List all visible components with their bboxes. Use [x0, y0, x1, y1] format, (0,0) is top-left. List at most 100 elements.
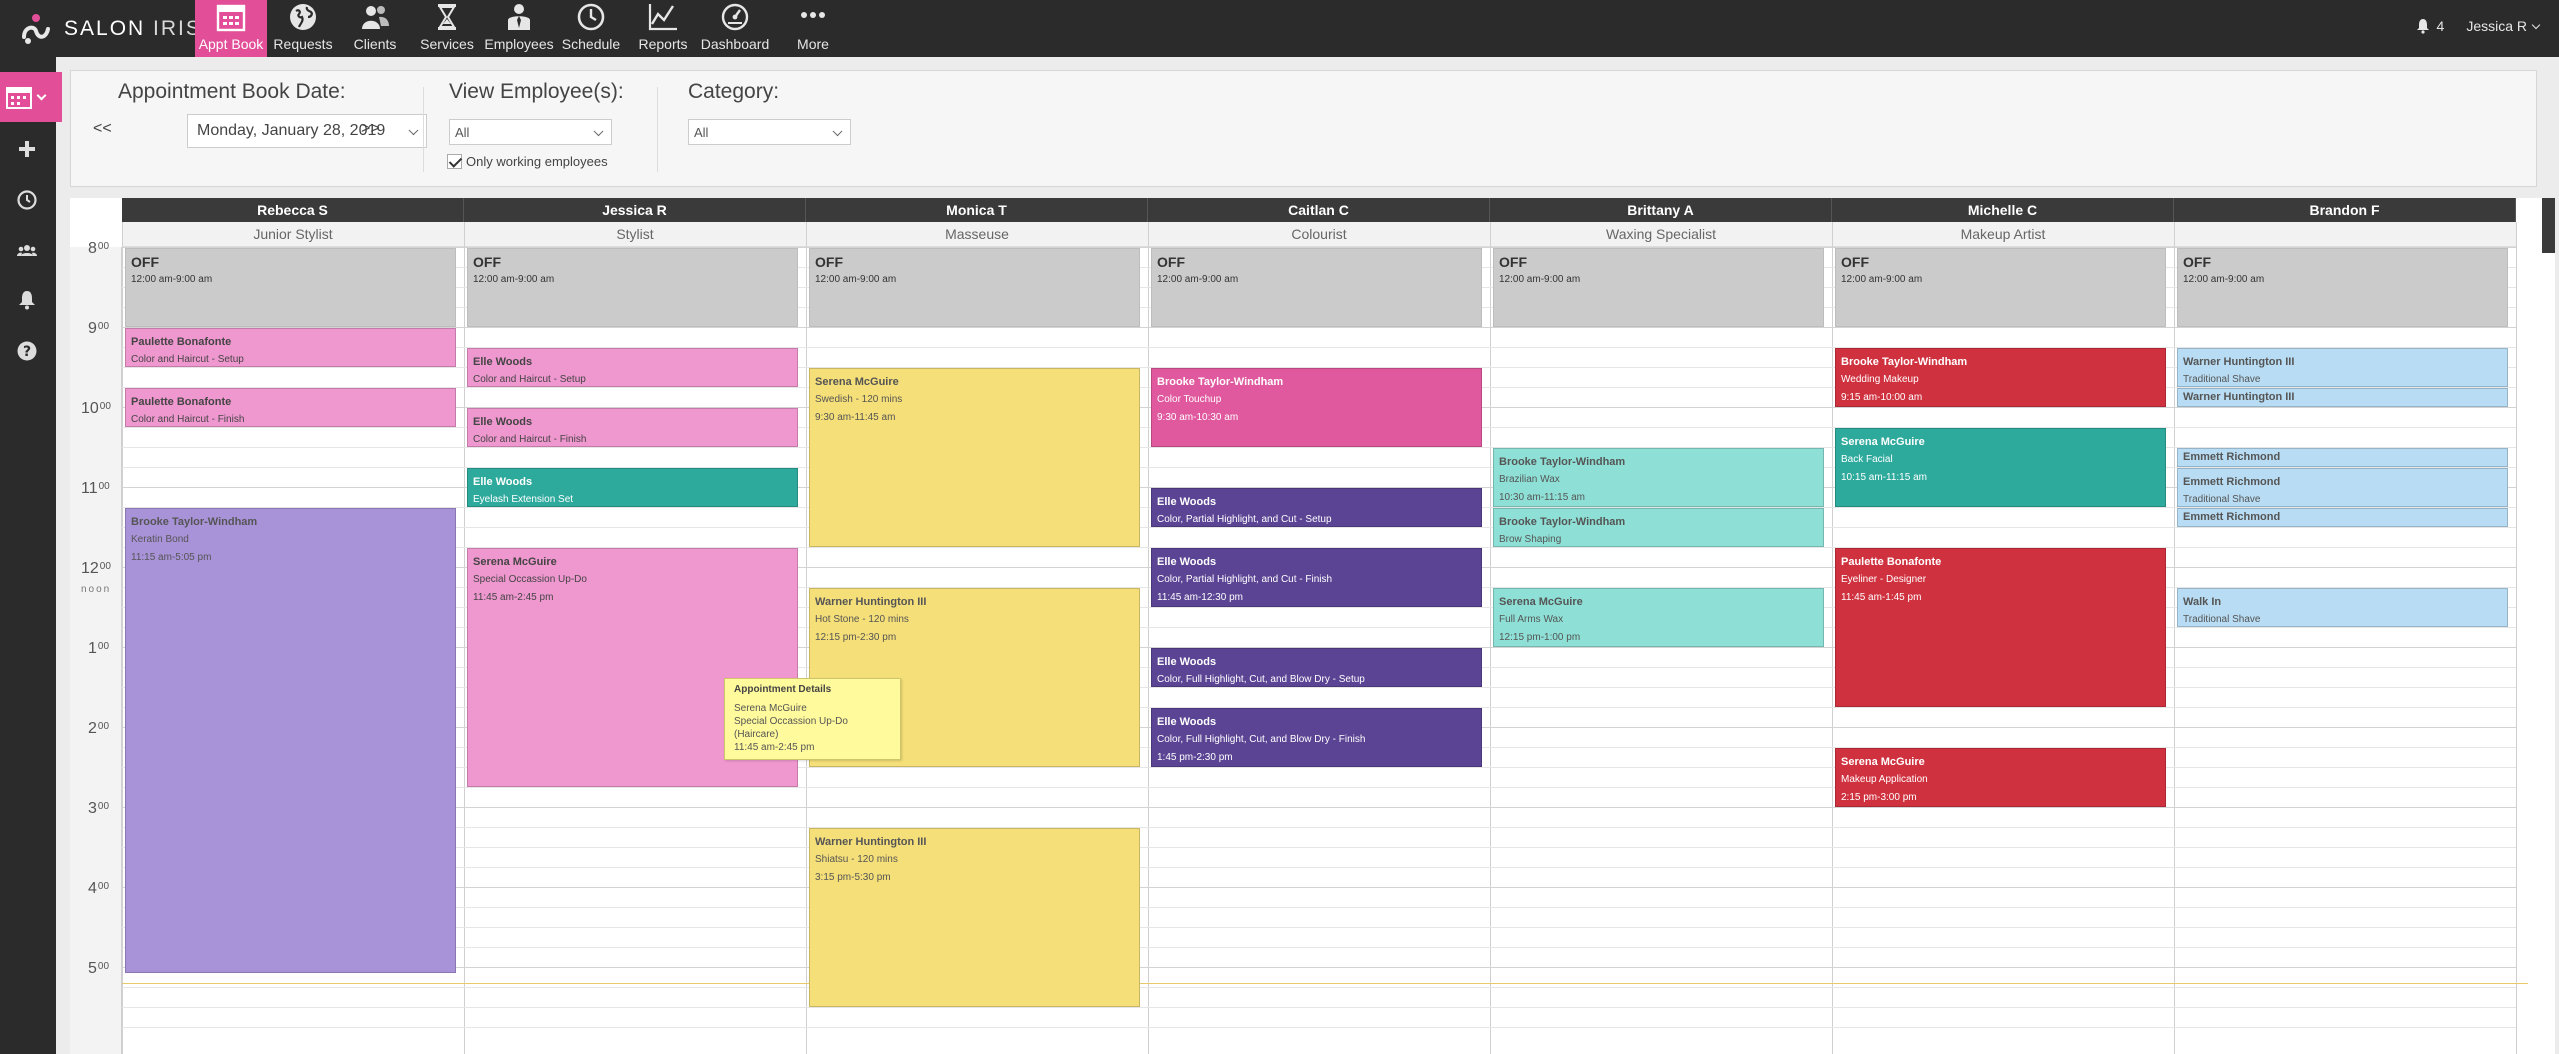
employee-column-header[interactable]: Michelle C: [1832, 198, 2174, 222]
appointment-time: 11:45 am-2:45 pm: [473, 592, 554, 603]
clients-button[interactable]: [14, 237, 40, 263]
nav-dashboard[interactable]: Dashboard: [699, 0, 771, 57]
appointment-block[interactable]: Brooke Taylor-Windham Wedding Makeup 9:15 …: [1835, 348, 2166, 407]
hour-label: 200: [88, 720, 110, 737]
appointment-block[interactable]: Brooke Taylor-Windham Color Touchup 9:30 a…: [1151, 368, 1482, 447]
employee-column-header[interactable]: Brittany A: [1490, 198, 1832, 222]
appointment-time: 11:15 am-5:05 pm: [131, 552, 212, 563]
off-block[interactable]: OFF 12:00 am-9:00 am: [1493, 248, 1824, 327]
appointment-block[interactable]: Elle Woods Color, Full Highlight, Cut, an…: [1151, 708, 1482, 767]
appointment-block[interactable]: Elle Woods Color, Partial Highlight, and …: [1151, 488, 1482, 527]
appointment-block[interactable]: Elle Woods Eyelash Extension Set: [467, 468, 798, 507]
salon-iris-logo[interactable]: SALON IRIS: [14, 10, 202, 48]
appointment-block[interactable]: Paulette Bonafonte Color and Haircut - Fi…: [125, 388, 456, 427]
appointment-service: Keratin Bond: [131, 534, 189, 545]
nav-schedule[interactable]: Schedule: [555, 0, 627, 57]
employee-column-header[interactable]: Rebecca S: [122, 198, 464, 222]
alerts-button[interactable]: [14, 287, 40, 313]
appointment-client: Warner Huntington III: [815, 596, 927, 608]
off-block[interactable]: OFF 12:00 am-9:00 am: [2177, 248, 2508, 327]
off-label: OFF: [131, 254, 159, 270]
appointment-client: Elle Woods: [473, 476, 533, 488]
date-select[interactable]: Monday, January 28, 2019: [187, 114, 427, 148]
off-block[interactable]: OFF 12:00 am-9:00 am: [1151, 248, 1482, 327]
add-appointment-button[interactable]: [14, 136, 40, 162]
calendar-icon: [6, 87, 32, 109]
appointment-block[interactable]: Emmett Richmond: [2177, 448, 2508, 467]
employee-value: All: [455, 124, 470, 140]
help-icon: ?: [17, 341, 37, 361]
off-block[interactable]: OFF 12:00 am-9:00 am: [1835, 248, 2166, 327]
appointment-block[interactable]: Paulette Bonafonte Eyeliner - Designer 11:…: [1835, 548, 2166, 707]
employee-column-header[interactable]: Brandon F: [2174, 198, 2516, 222]
time-slot-line: [122, 907, 2516, 908]
employee-column-header[interactable]: Caitlan C: [1148, 198, 1490, 222]
history-button[interactable]: [14, 187, 40, 213]
appointment-block[interactable]: Brooke Taylor-Windham Brazilian Wax 10:30 …: [1493, 448, 1824, 507]
off-block[interactable]: OFF 12:00 am-9:00 am: [467, 248, 798, 327]
only-working-checkbox[interactable]: Only working employees: [447, 154, 608, 169]
appointment-block[interactable]: Warner Huntington III Traditional Shave: [2177, 348, 2508, 387]
hourglass-icon: [429, 0, 465, 34]
notifications-button[interactable]: 4: [2415, 18, 2445, 34]
off-label: OFF: [1499, 254, 1527, 270]
previous-day-button[interactable]: <<: [93, 120, 112, 138]
appointment-block[interactable]: Paulette Bonafonte Color and Haircut - Se…: [125, 328, 456, 367]
brand-name: SALON IRIS: [64, 17, 202, 40]
appointment-block[interactable]: Walk In Traditional Shave: [2177, 588, 2508, 627]
appointment-block[interactable]: Brooke Taylor-Windham Keratin Bond 11:15 a…: [125, 508, 456, 974]
off-label: OFF: [1841, 254, 1869, 270]
nav-services[interactable]: Services: [411, 0, 483, 57]
appointment-service: Wedding Makeup: [1841, 374, 1919, 385]
appointment-block[interactable]: Elle Woods Color, Partial Highlight, and …: [1151, 548, 1482, 607]
next-day-button[interactable]: >>: [361, 120, 380, 138]
appointment-block[interactable]: Warner Huntington III: [2177, 388, 2508, 407]
nav-appt-book[interactable]: Appt Book: [195, 0, 267, 57]
employee-column-header[interactable]: Monica T: [806, 198, 1148, 222]
appointment-block[interactable]: Warner Huntington III Shiatsu - 120 mins 3…: [809, 828, 1140, 1007]
calendar-menu-button[interactable]: [0, 72, 62, 122]
notification-count: 4: [2436, 18, 2445, 34]
bell-icon: [2416, 19, 2429, 34]
appointment-block[interactable]: Emmett Richmond Traditional Shave: [2177, 468, 2508, 507]
off-label: OFF: [1157, 254, 1185, 270]
employee-column-header[interactable]: Jessica R: [464, 198, 806, 222]
help-button[interactable]: ?: [14, 338, 40, 364]
off-block[interactable]: OFF 12:00 am-9:00 am: [809, 248, 1140, 327]
appointment-block[interactable]: Serena McGuire Back Facial 10:15 am-11:15 …: [1835, 428, 2166, 507]
category-select[interactable]: All: [688, 119, 851, 145]
appointment-block[interactable]: Serena McGuire Full Arms Wax 12:15 pm-1:00…: [1493, 588, 1824, 647]
nav-employees[interactable]: Employees: [483, 0, 555, 57]
people-icon: [357, 0, 393, 34]
svg-text:?: ?: [23, 344, 31, 360]
top-bar: SALON IRIS Appt Book Requests Clients Servi…: [0, 0, 2559, 57]
appointment-block[interactable]: Emmett Richmond: [2177, 508, 2508, 527]
off-block[interactable]: OFF 12:00 am-9:00 am: [125, 248, 456, 327]
nav-more[interactable]: More: [771, 0, 855, 57]
appointment-block[interactable]: Elle Woods Color and Haircut - Finish: [467, 408, 798, 447]
nav-clients[interactable]: Clients: [339, 0, 411, 57]
appointment-block[interactable]: Serena McGuire Makeup Application 2:15 pm-…: [1835, 748, 2166, 807]
appointment-time: 9:15 am-10:00 am: [1841, 392, 1923, 403]
user-menu[interactable]: Jessica R: [2466, 18, 2541, 34]
appointment-service: Swedish - 120 mins: [815, 394, 903, 405]
clock-icon: [573, 0, 609, 34]
appointment-service: Color and Haircut - Finish: [473, 434, 587, 445]
appointment-block[interactable]: Elle Woods Color and Haircut - Setup: [467, 348, 798, 387]
nav-requests[interactable]: Requests: [267, 0, 339, 57]
appointment-block[interactable]: Brooke Taylor-Windham Brow Shaping: [1493, 508, 1824, 547]
appointment-service: Eyelash Extension Set: [473, 494, 574, 505]
employee-select[interactable]: All: [449, 119, 612, 145]
appointment-client: Emmett Richmond: [2183, 511, 2281, 523]
appointment-client: Paulette Bonafonte: [131, 396, 232, 408]
nav-reports[interactable]: Reports: [627, 0, 699, 57]
off-label: OFF: [815, 254, 843, 270]
appointment-service: Full Arms Wax: [1499, 614, 1564, 625]
scrollbar[interactable]: [2542, 198, 2555, 253]
appointment-block[interactable]: Serena McGuire Swedish - 120 mins 9:30 am-…: [809, 368, 1140, 547]
bell-icon: [19, 291, 35, 310]
appointment-service: Makeup Application: [1841, 774, 1928, 785]
appointment-client: Brooke Taylor-Windham: [1157, 376, 1284, 388]
tooltip-service: Special Occassion Up-Do (Haircare): [734, 716, 848, 740]
appointment-block[interactable]: Elle Woods Color, Full Highlight, Cut, an…: [1151, 648, 1482, 687]
